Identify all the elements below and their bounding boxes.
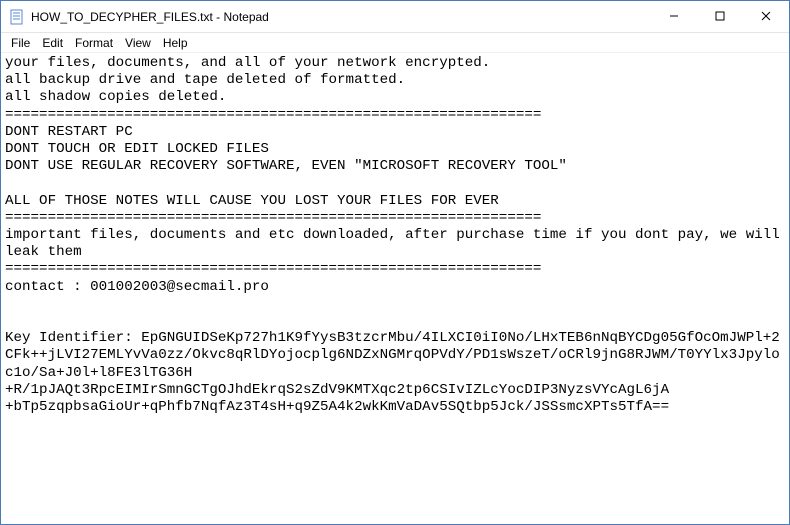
maximize-button[interactable] bbox=[697, 1, 743, 31]
menu-file[interactable]: File bbox=[5, 35, 36, 51]
text-area[interactable]: your files, documents, and all of your n… bbox=[1, 53, 789, 524]
menu-edit[interactable]: Edit bbox=[36, 35, 69, 51]
minimize-button[interactable] bbox=[651, 1, 697, 31]
close-button[interactable] bbox=[743, 1, 789, 31]
notepad-window: HOW_TO_DECYPHER_FILES.txt - Notepad File… bbox=[0, 0, 790, 525]
titlebar: HOW_TO_DECYPHER_FILES.txt - Notepad bbox=[1, 1, 789, 33]
menubar: File Edit Format View Help bbox=[1, 33, 789, 53]
window-title: HOW_TO_DECYPHER_FILES.txt - Notepad bbox=[31, 10, 651, 24]
notepad-icon bbox=[9, 9, 25, 25]
menu-view[interactable]: View bbox=[119, 35, 157, 51]
window-controls bbox=[651, 1, 789, 32]
menu-format[interactable]: Format bbox=[69, 35, 119, 51]
menu-help[interactable]: Help bbox=[157, 35, 194, 51]
